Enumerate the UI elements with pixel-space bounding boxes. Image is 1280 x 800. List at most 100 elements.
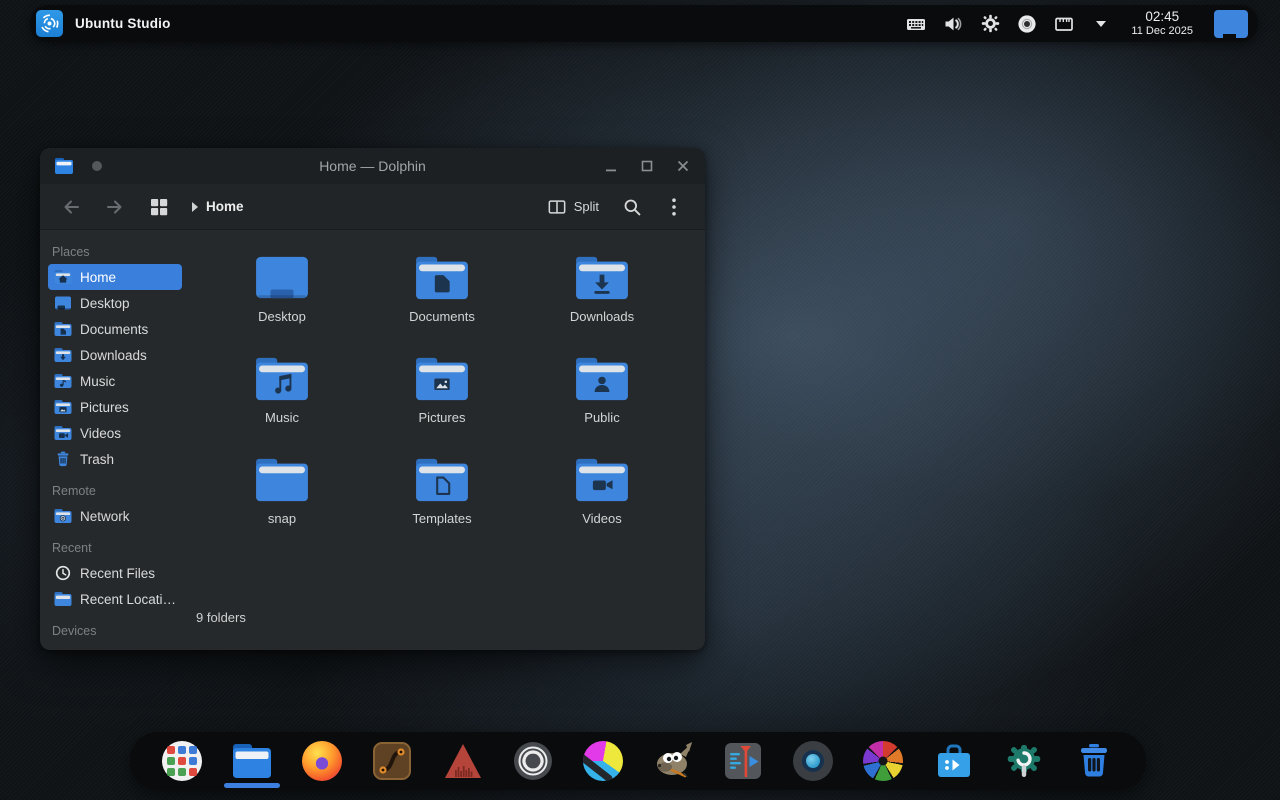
panel-app-menu-label[interactable]: Ubuntu Studio <box>75 16 171 31</box>
file-label: Templates <box>412 511 471 526</box>
dock-dolphin-file-manager[interactable] <box>230 732 274 790</box>
dolphin-window: Home — Dolphin Home <box>40 148 705 650</box>
file-item-downloads[interactable]: Downloads <box>522 252 682 353</box>
section-header-devices[interactable]: Devices <box>48 618 182 643</box>
active-task-indicator <box>224 783 280 788</box>
file-item-desktop[interactable]: Desktop <box>202 252 362 353</box>
dock-krita[interactable] <box>581 732 625 790</box>
downloads-folder-icon <box>573 254 631 302</box>
breadcrumb-home[interactable]: Home <box>206 199 244 214</box>
file-label: Downloads <box>570 309 634 324</box>
firefox-icon <box>302 741 342 781</box>
hamburger-menu-button[interactable] <box>657 191 691 223</box>
sidebar-item-recent-locations[interactable]: Recent Locati… <box>48 586 182 612</box>
sidebar-item-downloads[interactable]: Downloads <box>48 342 182 368</box>
file-label: Public <box>584 410 619 425</box>
section-header-places[interactable]: Places <box>48 239 182 264</box>
breadcrumb-caret-icon <box>190 201 200 213</box>
keyboard-layout-icon[interactable] <box>905 13 927 35</box>
dock-studio-controls[interactable] <box>1002 732 1046 790</box>
kdenlive-icon <box>723 741 763 781</box>
pictures-folder-icon <box>413 355 471 403</box>
file-item-music[interactable]: Music <box>202 353 362 454</box>
maximize-button[interactable] <box>639 158 655 174</box>
sidebar-item-documents[interactable]: Documents <box>48 316 182 342</box>
dock-gimp[interactable] <box>651 732 695 790</box>
settings-gear-icon[interactable] <box>979 13 1001 35</box>
dock-firefox[interactable] <box>300 732 344 790</box>
file-item-documents[interactable]: Documents <box>362 252 522 353</box>
file-item-videos[interactable]: Videos <box>522 454 682 555</box>
sidebar-item-home[interactable]: Home <box>48 264 182 290</box>
forward-button[interactable] <box>98 191 132 223</box>
sidebar-item-desktop[interactable]: Desktop <box>48 290 182 316</box>
dock-obs-studio[interactable] <box>511 732 555 790</box>
window-titlebar[interactable]: Home — Dolphin <box>40 148 705 184</box>
tray-expand-chevron-icon[interactable] <box>1090 13 1112 35</box>
back-button[interactable] <box>54 191 88 223</box>
wired-network-icon[interactable] <box>1053 13 1075 35</box>
dock-kdenlive[interactable] <box>721 732 765 790</box>
sidebar-item-pictures[interactable]: Pictures <box>48 394 182 420</box>
ardour-icon <box>443 742 483 780</box>
breadcrumb[interactable]: Home <box>190 199 244 214</box>
videos-folder-icon <box>573 456 631 504</box>
videos-folder-icon <box>54 425 72 441</box>
dock-trash[interactable] <box>1072 732 1116 790</box>
section-header-recent[interactable]: Recent <box>48 535 182 560</box>
public-folder-icon <box>573 355 631 403</box>
kamoso-camera-icon <box>793 741 833 781</box>
sidebar-label: Recent Locati… <box>80 592 176 607</box>
sidebar-item-videos[interactable]: Videos <box>48 420 182 446</box>
file-grid: Desktop Documents Downloads <box>202 252 682 555</box>
sidebar-label: Trash <box>80 452 114 467</box>
gimp-icon <box>652 741 694 781</box>
split-view-icon <box>547 198 567 216</box>
split-label: Split <box>574 199 599 214</box>
templates-folder-icon <box>413 456 471 504</box>
darktable-icon <box>863 741 903 781</box>
music-folder-icon <box>54 373 72 389</box>
sidebar-label: Desktop <box>80 296 130 311</box>
sidebar-label: Videos <box>80 426 121 441</box>
file-item-snap[interactable]: snap <box>202 454 362 555</box>
sidebar-item-recent-files[interactable]: Recent Files <box>48 560 182 586</box>
file-label: Music <box>265 410 299 425</box>
close-button[interactable] <box>675 158 691 174</box>
recent-locations-folder-icon <box>54 591 72 607</box>
view-mode-grid-button[interactable] <box>142 191 176 223</box>
documents-folder-icon <box>413 254 471 302</box>
ubuntustudio-installer-icon <box>934 741 974 781</box>
virtual-desktop-pager[interactable] <box>1214 10 1248 38</box>
file-label: snap <box>268 511 296 526</box>
music-folder-icon <box>253 355 311 403</box>
dock <box>130 732 1146 790</box>
record-disc-icon[interactable] <box>1016 13 1038 35</box>
file-item-templates[interactable]: Templates <box>362 454 522 555</box>
section-header-remote[interactable]: Remote <box>48 478 182 503</box>
sidebar-item-network[interactable]: Network <box>48 503 182 529</box>
ubuntu-studio-logo-icon[interactable] <box>36 10 63 37</box>
dolphin-app-icon <box>54 157 74 175</box>
file-item-pictures[interactable]: Pictures <box>362 353 522 454</box>
sidebar-label: Documents <box>80 322 148 337</box>
split-view-button[interactable]: Split <box>539 193 607 221</box>
dock-ubuntustudio-installer[interactable] <box>932 732 976 790</box>
clock-icon <box>54 565 72 581</box>
dock-kamoso-camera[interactable] <box>791 732 835 790</box>
sidebar-item-music[interactable]: Music <box>48 368 182 394</box>
digital-clock[interactable]: 02:45 11 Dec 2025 <box>1131 10 1193 37</box>
dock-carla-patchbay[interactable] <box>370 732 414 790</box>
sidebar-label: Recent Files <box>80 566 155 581</box>
desktop-folder-icon <box>253 254 311 302</box>
dock-app-launcher[interactable] <box>160 732 204 790</box>
file-item-public[interactable]: Public <box>522 353 682 454</box>
sidebar-item-trash[interactable]: Trash <box>48 446 182 472</box>
titlebar-status-dot <box>92 161 102 171</box>
minimize-button[interactable] <box>603 158 619 174</box>
search-button[interactable] <box>615 191 649 223</box>
sidebar-label: Home <box>80 270 116 285</box>
dock-darktable[interactable] <box>861 732 905 790</box>
volume-icon[interactable] <box>942 13 964 35</box>
dock-ardour[interactable] <box>441 732 485 790</box>
